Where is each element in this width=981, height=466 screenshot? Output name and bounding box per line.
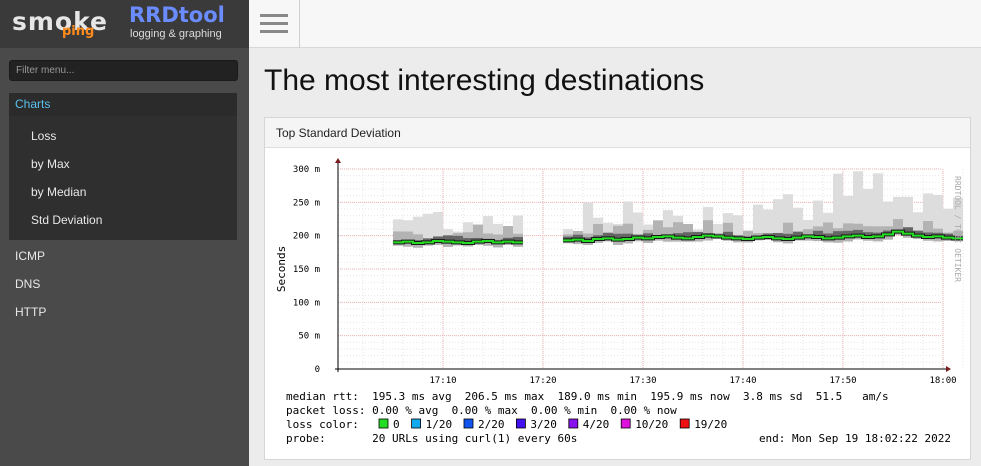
logo-bar: smoke ping RRDtool logging & graphing — [0, 0, 249, 48]
loss-color-label: 4/20 — [583, 418, 610, 431]
loss-color-label: 0 — [393, 418, 400, 431]
loss-color-label: 2/20 — [478, 418, 505, 431]
x-tick-label: 17:10 — [429, 376, 456, 386]
y-tick-labels: 0 50 m 100 m 150 m 200 m 250 m 300 m — [293, 165, 320, 375]
chart-panel: Top Standard Deviation 0 50 m 100 m 150 m 20… — [264, 117, 971, 460]
hamburger-icon-line — [260, 30, 288, 33]
hamburger-icon — [260, 14, 288, 17]
hamburger-icon-line — [260, 22, 288, 25]
sidebar-item-by-max[interactable]: by Max — [31, 157, 70, 171]
y-tick-label: 150 m — [293, 265, 320, 275]
y-tick-label: 0 — [315, 365, 320, 375]
top-bar — [249, 0, 981, 48]
page-title: The most interesting destinations — [264, 64, 705, 97]
y-tick-label: 50 m — [298, 332, 320, 342]
loss-color-legend: 0 1/20 2/20 3/20 4/20 10/20 19/20 — [378, 418, 727, 431]
sidebar-item-by-median[interactable]: by Median — [31, 185, 86, 199]
legend-loss-color-label: loss color: — [286, 418, 359, 431]
y-axis-arrow-icon — [335, 158, 341, 163]
x-axis-arrow-icon — [946, 366, 951, 372]
y-axis-label: Seconds — [275, 246, 288, 292]
smokeping-logo-ping: ping — [62, 24, 95, 39]
menu-toggle-button[interactable] — [249, 0, 300, 48]
sidebar-item-http[interactable]: HTTP — [15, 305, 46, 319]
y-tick-label: 200 m — [293, 232, 320, 242]
loss-color-swatch — [568, 418, 579, 429]
loss-color-swatch — [378, 418, 389, 429]
loss-color-swatch — [620, 418, 631, 429]
loss-color-swatch — [463, 418, 474, 429]
legend-probe: probe: 20 URLs using curl(1) every 60s — [286, 432, 577, 445]
filter-menu-input[interactable] — [9, 60, 238, 81]
loss-color-label: 10/20 — [635, 418, 668, 431]
x-tick-label: 18:00 — [929, 376, 956, 386]
y-tick-label: 300 m — [293, 165, 320, 175]
legend-end-time: end: Mon Sep 19 18:02:22 2022 — [759, 432, 951, 445]
sidebar-item-charts[interactable]: Charts — [9, 93, 237, 116]
sidebar-item-loss[interactable]: Loss — [31, 129, 56, 143]
legend-packet-loss: packet loss: 0.00 % avg 0.00 % max 0.00 … — [286, 404, 677, 417]
loss-color-swatch — [411, 418, 422, 429]
loss-color-label: 19/20 — [694, 418, 727, 431]
sidebar: smoke ping RRDtool logging & graphing Ch… — [0, 0, 249, 466]
x-tick-label: 17:40 — [729, 376, 756, 386]
x-tick-labels: 17:10 17:20 17:30 17:40 17:50 18:00 — [429, 376, 956, 386]
panel-header: Top Standard Deviation — [265, 118, 970, 148]
panel-title: Top Standard Deviation — [276, 126, 401, 140]
sidebar-item-std-deviation[interactable]: Std Deviation — [31, 213, 102, 227]
legend-median-rtt: median rtt: 195.3 ms avg 206.5 ms max 18… — [286, 390, 889, 403]
loss-color-label: 3/20 — [530, 418, 557, 431]
rrdtool-logo[interactable]: RRDtool — [129, 3, 225, 27]
x-tick-label: 17:50 — [829, 376, 856, 386]
rrdtool-logo-subtitle: logging & graphing — [130, 28, 222, 40]
x-tick-label: 17:20 — [529, 376, 556, 386]
sidebar-item-dns[interactable]: DNS — [15, 277, 40, 291]
charts-submenu: Loss by Max by Median Std Deviation — [9, 116, 237, 240]
y-tick-label: 100 m — [293, 298, 320, 308]
loss-color-swatch — [515, 418, 526, 429]
loss-color-swatch — [679, 418, 690, 429]
y-tick-label: 250 m — [293, 198, 320, 208]
std-deviation-graph[interactable]: 0 50 m 100 m 150 m 200 m 250 m 300 m 17:10 17:2… — [265, 149, 970, 460]
rrdtool-credit-label: RRDTOOL / TOBI OETIKER — [953, 176, 962, 282]
loss-color-label: 1/20 — [426, 418, 453, 431]
sidebar-item-icmp[interactable]: ICMP — [15, 249, 45, 263]
x-tick-label: 17:30 — [629, 376, 656, 386]
